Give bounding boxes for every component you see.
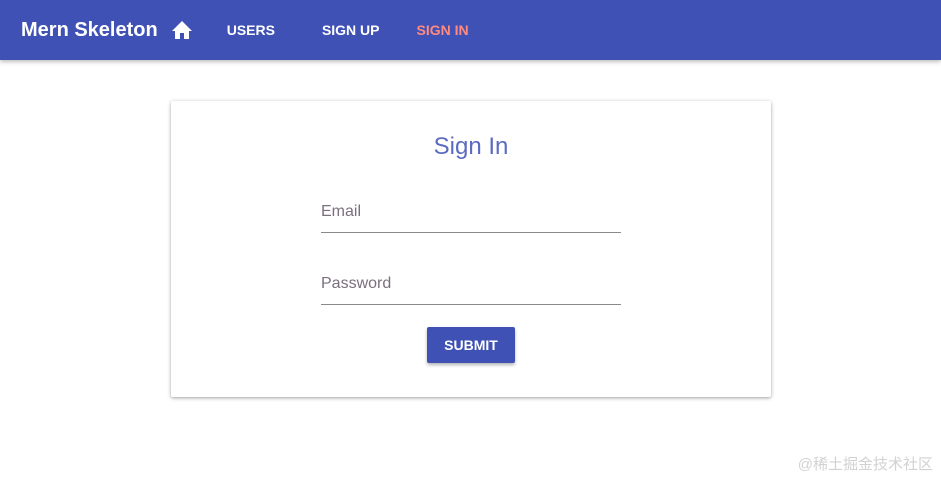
home-button[interactable] xyxy=(170,18,194,42)
nav-signin-link[interactable]: SIGN IN xyxy=(417,22,469,38)
email-field: Email xyxy=(321,200,621,233)
nav-users-link[interactable]: USERS xyxy=(227,22,275,38)
submit-button[interactable]: SUBMIT xyxy=(427,327,515,363)
email-input[interactable] xyxy=(321,200,621,232)
watermark-text: @稀土掘金技术社区 xyxy=(797,456,933,473)
signin-card: Sign In Email Password SUBMIT xyxy=(171,101,771,397)
nav-signup-link[interactable]: SIGN UP xyxy=(322,22,380,38)
card-title: Sign In xyxy=(433,133,509,160)
password-input[interactable] xyxy=(321,272,621,304)
password-field: Password xyxy=(321,272,621,305)
app-title: Mern Skeleton xyxy=(21,18,158,41)
app-root: Mern Skeleton USERS SIGN UP SIGN IN Sign… xyxy=(0,0,941,482)
home-icon xyxy=(171,21,192,39)
app-bar: Mern Skeleton USERS SIGN UP SIGN IN xyxy=(0,0,941,60)
